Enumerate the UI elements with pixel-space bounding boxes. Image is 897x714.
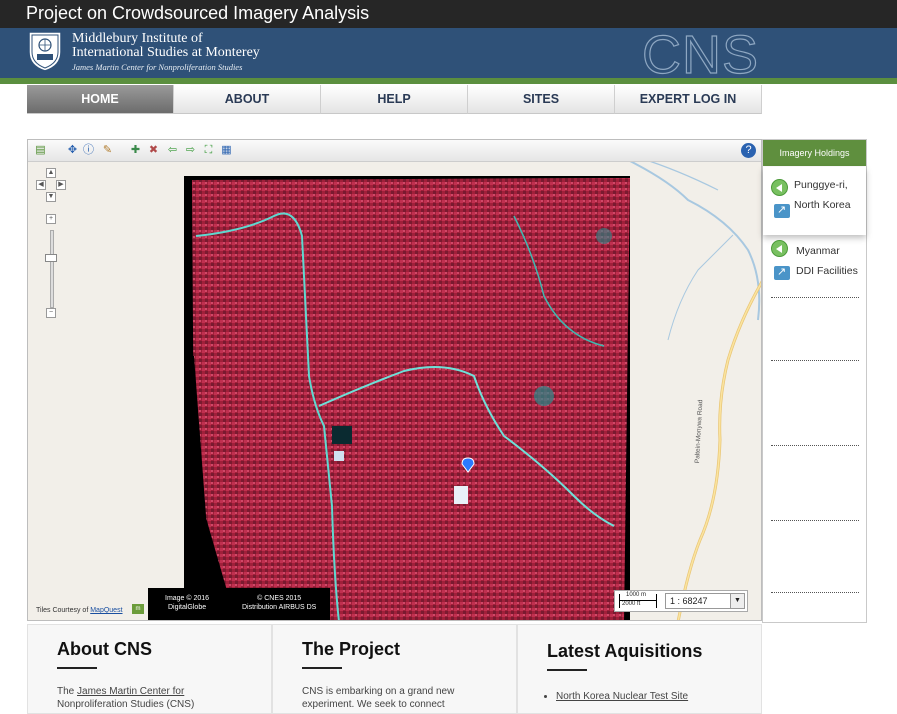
card-title: The Project xyxy=(302,639,401,659)
institute-name-line2: International Studies at Monterey xyxy=(72,45,260,60)
card-title-rule xyxy=(547,669,587,671)
site-title-bar: Project on Crowdsourced Imagery Analysis xyxy=(0,0,897,28)
card-the-project: The Project CNS is embarking on a grand … xyxy=(272,624,517,714)
imagery-holdings-panel: Imagery Holdings Punggye-ri, North Korea… xyxy=(762,139,867,623)
scale-line: 1000 m 2000 ft xyxy=(619,592,657,608)
mapquest-logo-icon: m xyxy=(132,604,144,614)
holding-line2: DDI Facilities xyxy=(796,265,858,277)
card-latest-acquisitions: Latest Aquisitions North Korea Nuclear T… xyxy=(517,624,762,714)
pan-left-icon[interactable]: ◀ xyxy=(36,180,46,190)
divider xyxy=(771,592,859,593)
nav-help[interactable]: HELP xyxy=(321,85,468,114)
credit-line: Image © 2016 xyxy=(165,595,210,602)
holding-line2: North Korea xyxy=(794,199,851,211)
card-text: The James Martin Center for Nonproliferat… xyxy=(57,685,257,711)
pan-zoom-control: ▲ ◀ ▶ ▼ + − xyxy=(36,168,66,318)
institute-center-name: James Martin Center for Nonproliferation… xyxy=(72,62,243,72)
card-title: Latest Aquisitions xyxy=(547,641,703,661)
card-text-post: Nonproliferation Studies (CNS) xyxy=(57,699,195,710)
card-text: CNS is embarking on a grand new experime… xyxy=(302,686,455,710)
holding-item-myanmar[interactable]: Myanmar DDI Facilities xyxy=(763,236,866,294)
arrow-left-icon[interactable] xyxy=(771,179,788,196)
site-title: Project on Crowdsourced Imagery Analysis xyxy=(26,3,370,23)
zoom-in-icon[interactable]: + xyxy=(46,214,56,224)
header-accent-line xyxy=(0,78,897,84)
layers-icon[interactable]: ▤ xyxy=(33,143,48,158)
imagery-holdings-title: Imagery Holdings xyxy=(763,140,866,166)
imagery-credit-box: Image © 2016 DigitalGlobe © CNES 2015 Di… xyxy=(148,588,330,620)
info-icon[interactable]: ⓘ xyxy=(81,143,96,158)
divider xyxy=(771,520,859,521)
tiles-credit: Tiles Courtesy of MapQuest xyxy=(36,607,123,614)
zoom-out-icon[interactable]: − xyxy=(46,308,56,318)
arrow-left-icon[interactable] xyxy=(771,240,788,257)
info-cards: About CNS The James Martin Center for Non… xyxy=(27,624,762,714)
scale-value: 1 : 68247 xyxy=(670,596,708,606)
list-item: North Korea Nuclear Test Site xyxy=(556,691,688,702)
nav-home[interactable]: HOME xyxy=(27,85,174,114)
credit-line: Distribution AIRBUS DS xyxy=(242,604,317,611)
pan-up-icon[interactable]: ▲ xyxy=(46,168,56,178)
acquisition-link[interactable]: North Korea Nuclear Test Site xyxy=(556,691,688,702)
card-title-rule xyxy=(57,667,97,669)
nav-sites[interactable]: SITES xyxy=(468,85,615,114)
acquisitions-list: North Korea Nuclear Test Site xyxy=(556,691,688,702)
card-title-rule xyxy=(302,667,342,669)
pan-icon[interactable]: ✥ xyxy=(65,143,80,158)
measure-icon[interactable]: ✎ xyxy=(100,143,115,158)
back-icon[interactable]: ⇦ xyxy=(165,143,180,158)
credit-line: DigitalGlobe xyxy=(167,604,207,611)
holding-item-punggye-ri[interactable]: Punggye-ri, North Korea xyxy=(763,167,866,235)
divider xyxy=(771,360,859,361)
map-toolbar: ▤ ✥ ⓘ ✎ ✚ ✖ ⇦ ⇨ ⛶ ▦ ? xyxy=(28,140,761,162)
zoom-out-box-icon[interactable]: ✖ xyxy=(146,143,161,158)
divider xyxy=(771,297,859,298)
imagery-credit-right: © CNES 2015 Distribution AIRBUS DS xyxy=(242,594,316,612)
satellite-image[interactable] xyxy=(184,176,630,621)
mapquest-link[interactable]: MapQuest xyxy=(90,607,122,614)
card-title: About CNS xyxy=(57,639,152,659)
table-icon[interactable]: ▦ xyxy=(219,143,234,158)
scale-feet: 2000 ft xyxy=(622,601,641,607)
open-link-icon[interactable] xyxy=(774,265,790,280)
open-link-icon[interactable] xyxy=(774,203,790,218)
map-viewer[interactable]: ▤ ✥ ⓘ ✎ ✚ ✖ ⇦ ⇨ ⛶ ▦ ? ▲ ◀ ▶ ▼ + − Paltei… xyxy=(27,139,762,621)
main-nav: HOME ABOUT HELP SITES EXPERT LOG IN xyxy=(27,85,762,114)
jmc-link[interactable]: James Martin Center for xyxy=(77,686,184,697)
scale-control: 1000 m 2000 ft 1 : 68247 ▼ xyxy=(614,590,748,612)
pan-right-icon[interactable]: ▶ xyxy=(56,180,66,190)
cns-logo: CNS xyxy=(641,24,760,85)
institute-name-line1: Middlebury Institute of xyxy=(72,31,203,46)
zoom-in-box-icon[interactable]: ✚ xyxy=(128,143,143,158)
full-extent-icon[interactable]: ⛶ xyxy=(201,143,216,158)
help-icon[interactable]: ? xyxy=(741,143,756,158)
credit-line: © CNES 2015 xyxy=(257,595,302,602)
nav-about[interactable]: ABOUT xyxy=(174,85,321,114)
zoom-slider-thumb[interactable] xyxy=(45,254,57,262)
zoom-slider-track[interactable] xyxy=(50,230,54,308)
pan-down-icon[interactable]: ▼ xyxy=(46,192,56,202)
holding-line1: Punggye-ri, xyxy=(794,179,848,191)
nav-expert-login[interactable]: EXPERT LOG IN xyxy=(615,85,762,114)
card-text-pre: The xyxy=(57,686,78,697)
forward-icon[interactable]: ⇨ xyxy=(183,143,198,158)
chevron-down-icon[interactable]: ▼ xyxy=(730,594,744,608)
institute-seal-icon[interactable] xyxy=(26,30,64,72)
divider xyxy=(771,445,859,446)
holding-line1: Myanmar xyxy=(796,245,840,257)
imagery-credit-left: Image © 2016 DigitalGlobe xyxy=(165,594,209,612)
card-about-cns: About CNS The James Martin Center for Non… xyxy=(27,624,272,714)
tiles-credit-text: Tiles Courtesy of xyxy=(36,607,89,614)
scale-meters: 1000 m xyxy=(626,592,647,598)
scale-select[interactable]: 1 : 68247 ▼ xyxy=(665,593,745,609)
